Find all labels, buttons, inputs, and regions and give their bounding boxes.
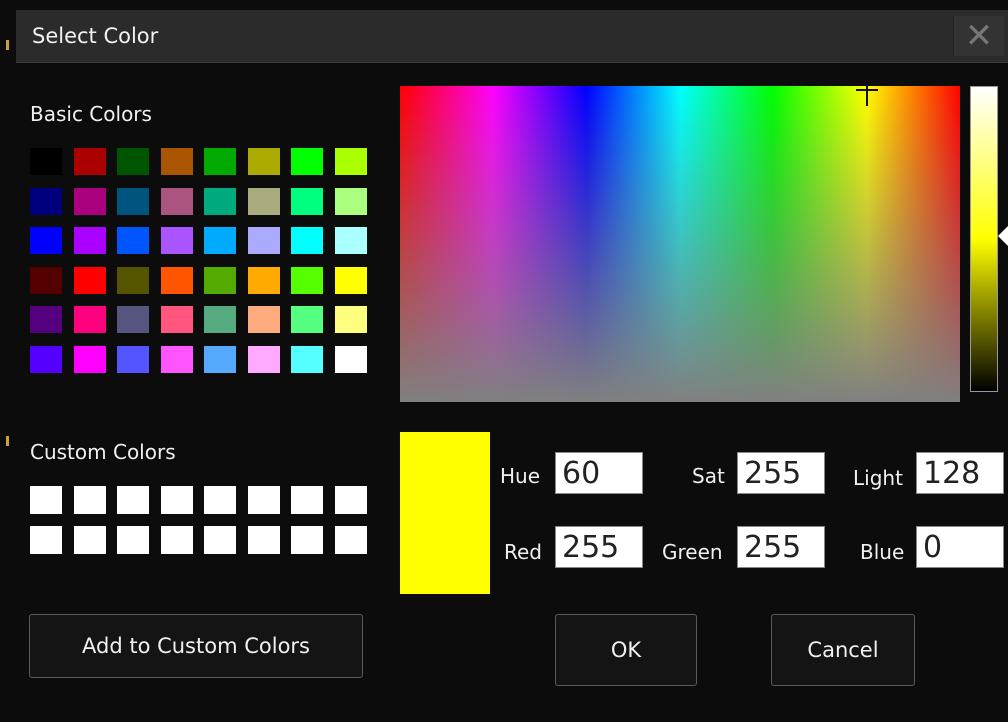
basic-color-swatch[interactable] [204, 306, 236, 333]
basic-color-swatch[interactable] [30, 306, 62, 333]
basic-color-swatch[interactable] [30, 148, 62, 175]
custom-colors-label: Custom Colors [30, 440, 176, 464]
basic-color-swatch[interactable] [204, 148, 236, 175]
basic-color-swatch[interactable] [334, 227, 367, 254]
basic-color-swatch[interactable] [160, 306, 193, 333]
sat-label: Sat [692, 464, 725, 488]
basic-color-swatch[interactable] [30, 266, 62, 294]
custom-color-swatch[interactable] [291, 526, 323, 554]
custom-color-swatch[interactable] [247, 526, 280, 554]
basic-color-swatch[interactable] [117, 227, 149, 254]
light-label: Light [853, 466, 903, 490]
custom-color-swatch[interactable] [334, 526, 367, 554]
basic-color-swatch[interactable] [73, 266, 106, 294]
basic-color-swatch[interactable] [160, 187, 193, 215]
hue-saturation-picker[interactable] [400, 86, 960, 402]
basic-color-swatch[interactable] [247, 345, 280, 373]
dialog-title: Select Color [32, 24, 159, 48]
basic-color-swatch[interactable] [160, 345, 193, 373]
ok-button[interactable]: OK [555, 614, 697, 686]
basic-color-swatch[interactable] [73, 148, 106, 175]
blue-label: Blue [860, 540, 905, 564]
basic-color-swatch[interactable] [117, 148, 149, 175]
picker-crosshair-horizontal [856, 89, 878, 91]
basic-color-swatch[interactable] [334, 345, 367, 373]
basic-color-swatch[interactable] [247, 148, 280, 175]
custom-color-swatch[interactable] [160, 526, 193, 554]
custom-color-swatch[interactable] [160, 486, 193, 514]
basic-color-swatch[interactable] [334, 306, 367, 333]
luminance-handle-icon[interactable] [998, 226, 1008, 246]
custom-color-swatch[interactable] [73, 486, 106, 514]
custom-color-swatch[interactable] [30, 486, 62, 514]
window-edge-accent [6, 40, 9, 50]
basic-color-swatch[interactable] [30, 227, 62, 254]
hue-input[interactable] [555, 452, 643, 494]
custom-color-swatch[interactable] [117, 486, 149, 514]
basic-color-swatch[interactable] [334, 266, 367, 294]
custom-color-swatch[interactable] [30, 526, 62, 554]
basic-color-swatch[interactable] [30, 187, 62, 215]
basic-color-swatch[interactable] [160, 227, 193, 254]
sat-input[interactable] [737, 452, 825, 494]
basic-color-swatch[interactable] [117, 187, 149, 215]
close-button[interactable]: ✕ [953, 16, 1004, 56]
basic-color-swatch[interactable] [291, 187, 323, 215]
basic-color-swatch[interactable] [247, 227, 280, 254]
basic-color-swatch[interactable] [117, 306, 149, 333]
color-preview [400, 432, 490, 594]
basic-color-swatch[interactable] [334, 187, 367, 215]
basic-color-swatch[interactable] [160, 266, 193, 294]
red-input[interactable] [555, 526, 643, 568]
custom-color-swatch[interactable] [204, 526, 236, 554]
basic-color-swatch[interactable] [291, 306, 323, 333]
custom-color-swatch[interactable] [73, 526, 106, 554]
basic-color-swatch[interactable] [204, 227, 236, 254]
green-input[interactable] [737, 526, 825, 568]
window-edge-accent [6, 436, 9, 446]
blue-input[interactable] [916, 526, 1004, 568]
basic-color-swatch[interactable] [73, 187, 106, 215]
basic-color-swatch[interactable] [73, 306, 106, 333]
basic-color-swatch[interactable] [334, 148, 367, 175]
green-label: Green [662, 540, 723, 564]
basic-color-swatch[interactable] [204, 266, 236, 294]
custom-color-swatch[interactable] [204, 486, 236, 514]
custom-color-swatch[interactable] [247, 486, 280, 514]
basic-color-swatch[interactable] [73, 227, 106, 254]
custom-color-swatch[interactable] [334, 486, 367, 514]
basic-color-swatch[interactable] [247, 306, 280, 333]
close-icon: ✕ [964, 16, 994, 56]
basic-color-swatch[interactable] [160, 148, 193, 175]
cancel-button[interactable]: Cancel [771, 614, 915, 686]
hue-label: Hue [500, 464, 541, 488]
basic-color-swatch[interactable] [117, 266, 149, 294]
add-to-custom-colors-button[interactable]: Add to Custom Colors [29, 614, 363, 678]
basic-color-swatch[interactable] [30, 345, 62, 373]
basic-color-swatch[interactable] [73, 345, 106, 373]
red-label: Red [504, 540, 542, 564]
basic-colors-label: Basic Colors [30, 102, 152, 126]
light-input[interactable] [916, 452, 1004, 494]
basic-color-swatch[interactable] [247, 187, 280, 215]
luminance-slider[interactable] [970, 86, 998, 392]
basic-color-swatch[interactable] [291, 266, 323, 294]
custom-color-swatch[interactable] [117, 526, 149, 554]
basic-color-swatch[interactable] [291, 227, 323, 254]
basic-color-swatch[interactable] [204, 345, 236, 373]
basic-color-swatch[interactable] [247, 266, 280, 294]
custom-color-swatch[interactable] [291, 486, 323, 514]
basic-color-swatch[interactable] [291, 345, 323, 373]
basic-color-swatch[interactable] [204, 187, 236, 215]
basic-color-swatch[interactable] [117, 345, 149, 373]
basic-color-swatch[interactable] [291, 148, 323, 175]
dialog-titlebar: Select Color ✕ [16, 10, 1008, 63]
